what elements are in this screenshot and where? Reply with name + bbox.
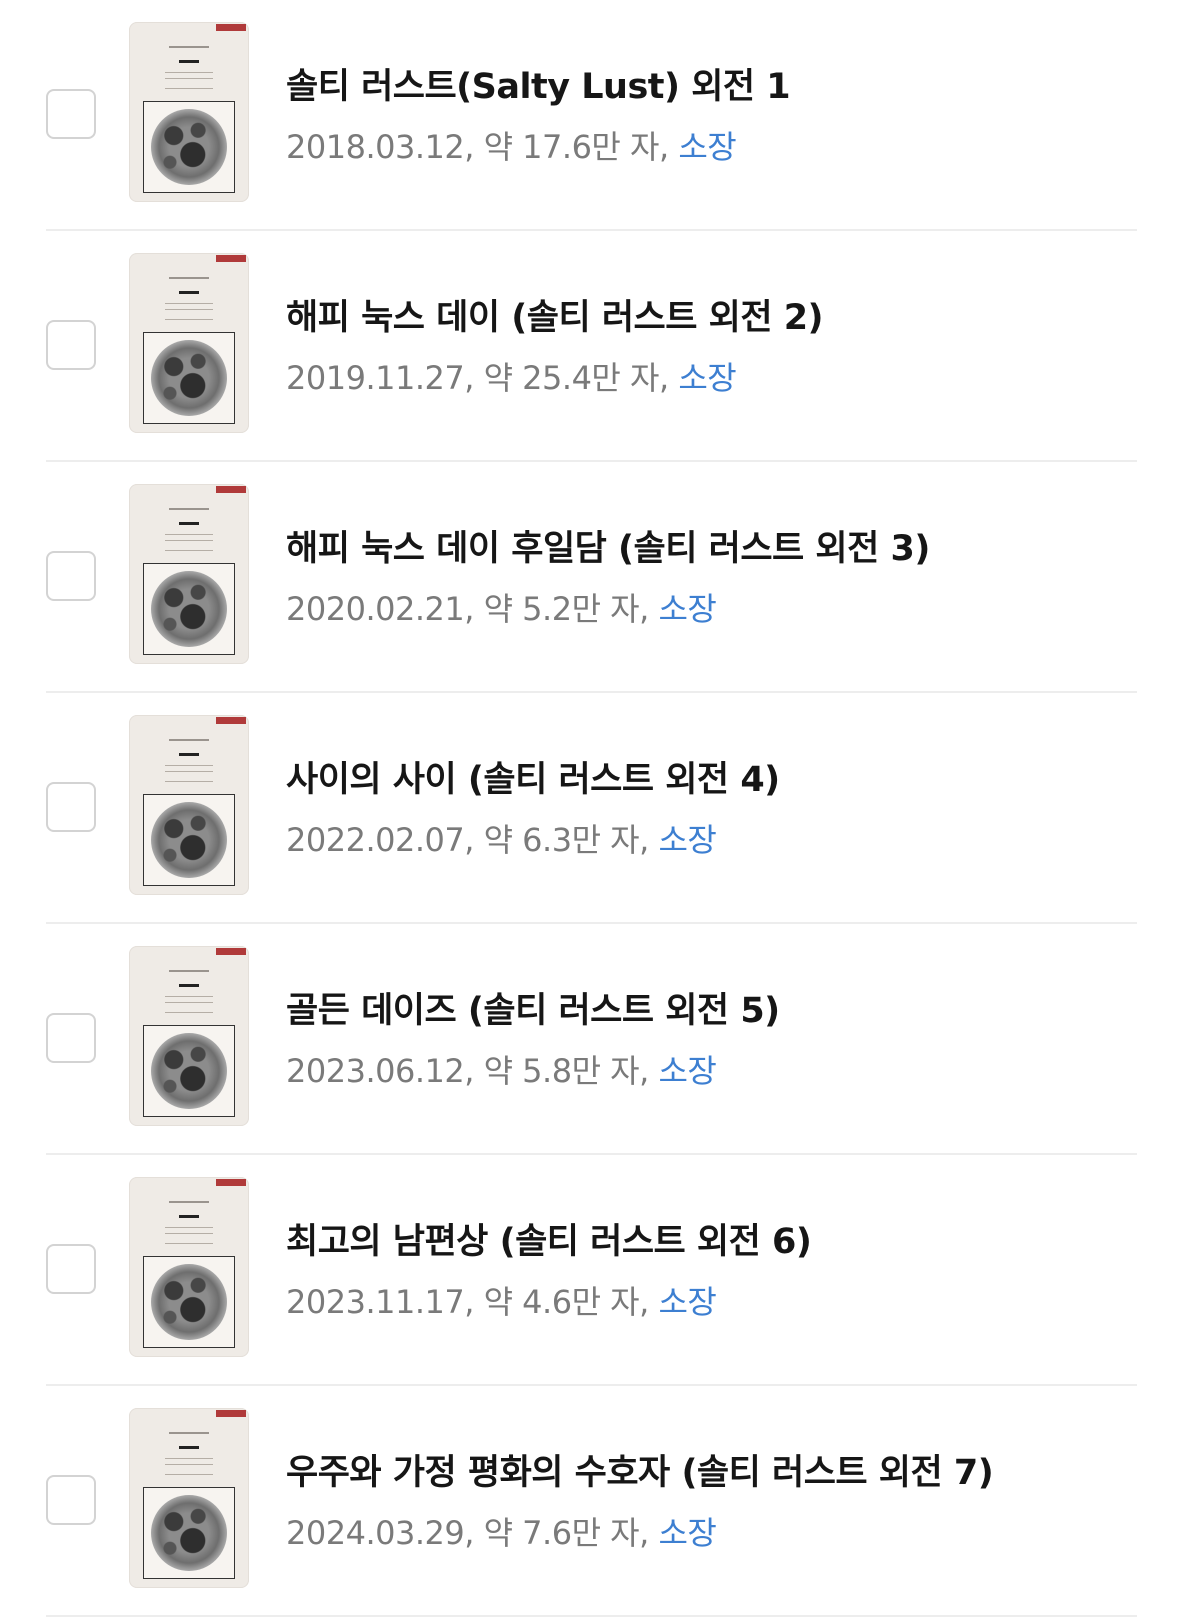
- book-meta: 2019.11.27, 약 25.4만 자, 소장: [286, 359, 737, 397]
- select-checkbox[interactable]: [46, 1013, 96, 1063]
- moon-illustration: [143, 1025, 235, 1117]
- book-meta: 2024.03.29, 약 7.6만 자, 소장: [286, 1514, 717, 1552]
- book-title[interactable]: 해피 눅스 데이 (솔티 러스트 외전 2): [286, 289, 824, 340]
- book-date: 2019.11.27: [286, 359, 465, 397]
- list-item[interactable]: 해피 눅스 데이 (솔티 러스트 외전 2) 2019.11.27, 약 25.…: [0, 231, 1179, 462]
- book-title[interactable]: 골든 데이즈 (솔티 러스트 외전 5): [286, 982, 780, 1033]
- select-checkbox[interactable]: [46, 320, 96, 370]
- book-meta: 2023.06.12, 약 5.8만 자, 소장: [286, 1052, 717, 1090]
- owned-status-link[interactable]: 소장: [658, 590, 716, 628]
- cover-ribbon: [216, 1410, 246, 1417]
- cover-ribbon: [216, 1179, 246, 1186]
- book-date: 2022.02.07: [286, 821, 465, 859]
- book-cover[interactable]: [129, 1177, 249, 1357]
- book-cover[interactable]: [129, 946, 249, 1126]
- moon-illustration: [143, 1256, 235, 1348]
- owned-status-link[interactable]: 소장: [658, 1052, 716, 1090]
- book-meta: 2023.11.17, 약 4.6만 자, 소장: [286, 1283, 717, 1321]
- book-cover[interactable]: [129, 715, 249, 895]
- select-checkbox[interactable]: [46, 89, 96, 139]
- cover-ribbon: [216, 255, 246, 262]
- moon-illustration: [143, 332, 235, 424]
- cover-ribbon: [216, 24, 246, 31]
- book-title[interactable]: 솔티 러스트(Salty Lust) 외전 1: [286, 58, 791, 109]
- list-item[interactable]: 사이의 사이 (솔티 러스트 외전 4) 2022.02.07, 약 6.3만 …: [0, 693, 1179, 924]
- list-item[interactable]: 최고의 남편상 (솔티 러스트 외전 6) 2023.11.17, 약 4.6만…: [0, 1155, 1179, 1386]
- book-meta: 2020.02.21, 약 5.2만 자, 소장: [286, 590, 717, 628]
- list-item[interactable]: 솔티 러스트(Salty Lust) 외전 1 2018.03.12, 약 17…: [0, 0, 1179, 231]
- book-title[interactable]: 최고의 남편상 (솔티 러스트 외전 6): [286, 1213, 812, 1264]
- select-checkbox[interactable]: [46, 782, 96, 832]
- book-cover[interactable]: [129, 22, 249, 202]
- book-length: 약 25.4만 자: [483, 359, 660, 397]
- list-item[interactable]: 우주와 가정 평화의 수호자 (솔티 러스트 외전 7) 2024.03.29,…: [0, 1386, 1179, 1617]
- moon-illustration: [143, 794, 235, 886]
- owned-status-link[interactable]: 소장: [678, 128, 736, 166]
- book-date: 2024.03.29: [286, 1514, 465, 1552]
- book-title[interactable]: 우주와 가정 평화의 수호자 (솔티 러스트 외전 7): [286, 1444, 994, 1495]
- moon-illustration: [143, 1487, 235, 1579]
- cover-ribbon: [216, 948, 246, 955]
- moon-illustration: [143, 101, 235, 193]
- book-meta: 2018.03.12, 약 17.6만 자, 소장: [286, 128, 737, 166]
- owned-status-link[interactable]: 소장: [658, 1283, 716, 1321]
- book-meta: 2022.02.07, 약 6.3만 자, 소장: [286, 821, 717, 859]
- book-title[interactable]: 해피 눅스 데이 후일담 (솔티 러스트 외전 3): [286, 520, 930, 571]
- book-date: 2023.06.12: [286, 1052, 465, 1090]
- book-list: 솔티 러스트(Salty Lust) 외전 1 2018.03.12, 약 17…: [0, 0, 1179, 1617]
- book-date: 2020.02.21: [286, 590, 465, 628]
- moon-illustration: [143, 563, 235, 655]
- book-length: 약 5.8만 자: [483, 1052, 640, 1090]
- book-length: 약 17.6만 자: [483, 128, 660, 166]
- select-checkbox[interactable]: [46, 1244, 96, 1294]
- book-cover[interactable]: [129, 1408, 249, 1588]
- book-cover[interactable]: [129, 484, 249, 664]
- book-date: 2023.11.17: [286, 1283, 465, 1321]
- book-length: 약 4.6만 자: [483, 1283, 640, 1321]
- select-checkbox[interactable]: [46, 1475, 96, 1525]
- cover-ribbon: [216, 717, 246, 724]
- book-title[interactable]: 사이의 사이 (솔티 러스트 외전 4): [286, 751, 780, 802]
- book-length: 약 5.2만 자: [483, 590, 640, 628]
- book-length: 약 7.6만 자: [483, 1514, 640, 1552]
- cover-ribbon: [216, 486, 246, 493]
- list-item[interactable]: 골든 데이즈 (솔티 러스트 외전 5) 2023.06.12, 약 5.8만 …: [0, 924, 1179, 1155]
- list-item[interactable]: 해피 눅스 데이 후일담 (솔티 러스트 외전 3) 2020.02.21, 약…: [0, 462, 1179, 693]
- owned-status-link[interactable]: 소장: [678, 359, 736, 397]
- owned-status-link[interactable]: 소장: [658, 821, 716, 859]
- owned-status-link[interactable]: 소장: [658, 1514, 716, 1552]
- book-date: 2018.03.12: [286, 128, 465, 166]
- book-length: 약 6.3만 자: [483, 821, 640, 859]
- select-checkbox[interactable]: [46, 551, 96, 601]
- book-cover[interactable]: [129, 253, 249, 433]
